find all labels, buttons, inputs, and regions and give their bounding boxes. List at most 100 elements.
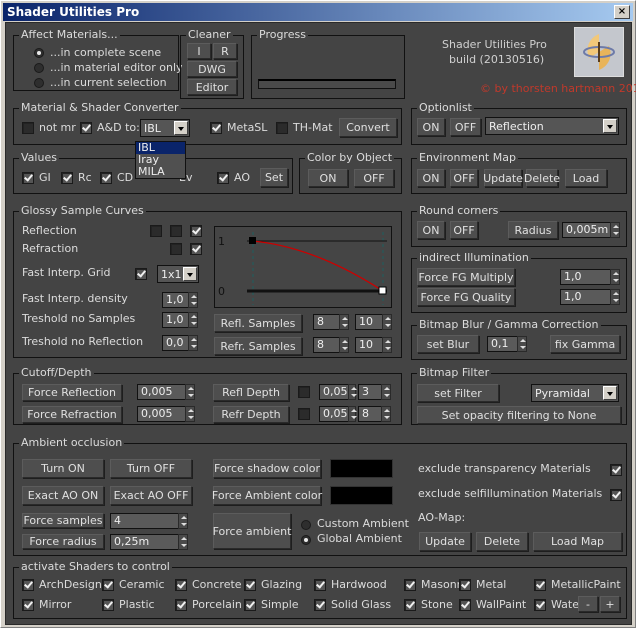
fg-multiply-button[interactable]: Force FG Multiply — [417, 268, 515, 286]
spinner-arrows-icon[interactable] — [347, 406, 357, 422]
close-icon[interactable]: × — [614, 5, 630, 19]
force-ambient-color-button[interactable]: Force Ambient color — [212, 486, 322, 505]
shader-checkbox-hardwood[interactable] — [314, 578, 326, 591]
values-set-button[interactable]: Set — [260, 168, 288, 187]
exact-ao-on-button[interactable]: Exact AO ON — [22, 486, 104, 505]
env-off-button[interactable]: OFF — [450, 169, 478, 187]
fg-quality-button[interactable]: Force FG Quality — [417, 288, 515, 306]
spinner-arrows-icon[interactable] — [381, 384, 391, 400]
curve-graph[interactable]: 1 0 — [214, 226, 392, 308]
shader-item[interactable]: MetallicPaint — [534, 578, 621, 591]
spinner-arrows-icon[interactable] — [610, 289, 620, 305]
spinner-value[interactable]: 0,25m — [110, 534, 178, 550]
global-ambient-radio[interactable] — [301, 535, 311, 545]
cd-checkbox[interactable] — [100, 171, 112, 184]
shader-item[interactable]: Simple — [244, 598, 299, 611]
shader-checkbox-porcelain[interactable] — [175, 598, 187, 611]
refl-depth-spinner[interactable]: 3 — [358, 384, 391, 400]
spinner-value[interactable]: 4 — [110, 513, 178, 529]
refl-check-2[interactable] — [170, 225, 182, 237]
thresh-refl-spinner[interactable]: 0,0 — [162, 335, 198, 351]
shader-item[interactable]: Glazing — [244, 578, 302, 591]
shader-checkbox-solid-glass[interactable] — [314, 598, 326, 611]
spinner-value[interactable]: 10 — [355, 314, 382, 330]
spinner-arrows-icon[interactable] — [188, 312, 198, 328]
round-on-button[interactable]: ON — [417, 221, 445, 239]
force-reflection-button[interactable]: Force Reflection — [22, 384, 122, 401]
ad-to-checkbox[interactable] — [80, 121, 92, 134]
rc-checkbox[interactable] — [61, 171, 73, 184]
radius-button[interactable]: Radius — [508, 221, 558, 239]
ao-load-map-button[interactable]: Load Map — [533, 532, 622, 551]
spinner-value[interactable]: 1,0 — [560, 289, 610, 305]
spinner-arrows-icon[interactable] — [347, 384, 357, 400]
shader-checkbox-stone[interactable] — [404, 598, 416, 611]
spinner-arrows-icon[interactable] — [381, 406, 391, 422]
shader-checkbox-wallpaint[interactable] — [459, 598, 471, 611]
fg-multiply-spinner[interactable]: 1,0 — [560, 269, 620, 285]
radius-spinner[interactable]: 0,005m — [562, 222, 620, 238]
force-shadow-color-button[interactable]: Force shadow color — [213, 459, 321, 478]
ad-target-dropdown[interactable]: IBL — [140, 119, 190, 137]
spinner-value[interactable]: 1,0 — [560, 269, 610, 285]
refl-max-spinner[interactable]: 10 — [355, 314, 392, 330]
shaders-plus-button[interactable]: + — [600, 596, 620, 612]
refr-depth-cut-spinner[interactable]: 0,05 — [319, 406, 357, 422]
spinner-value[interactable]: 0,005 — [137, 384, 185, 400]
refr-depth-spinner[interactable]: 8 — [358, 406, 391, 422]
gi-checkbox[interactable] — [22, 171, 34, 184]
spinner-value[interactable]: 0,05 — [319, 384, 348, 400]
spinner-value[interactable]: 0,1 — [487, 336, 517, 352]
shader-item[interactable]: Mirror — [22, 598, 71, 611]
exclude-selfillum-checkbox[interactable] — [610, 489, 622, 501]
spinner-arrows-icon[interactable] — [185, 384, 195, 400]
th-mat-checkbox[interactable] — [276, 121, 288, 134]
env-update-button[interactable]: Update — [483, 169, 523, 187]
shader-item[interactable]: WallPaint — [459, 598, 526, 611]
refl-depth-cut-spinner[interactable]: 0,05 — [319, 384, 357, 400]
exclude-transparency-checkbox[interactable] — [610, 464, 622, 476]
chevron-down-icon[interactable] — [174, 121, 188, 135]
shader-item[interactable]: Stone — [404, 598, 453, 611]
ao-samples-spinner[interactable]: 4 — [110, 513, 188, 529]
color-by-object-off-button[interactable]: OFF — [354, 169, 394, 187]
grid-size-dropdown[interactable]: 1x1 — [157, 265, 199, 283]
spinner-value[interactable]: 0,005 — [137, 406, 185, 422]
spinner-arrows-icon[interactable] — [517, 336, 527, 352]
fast-grid-checkbox[interactable] — [135, 268, 147, 280]
env-delete-button[interactable]: Delete — [524, 169, 560, 187]
color-by-object-on-button[interactable]: ON — [308, 169, 348, 187]
cleaner-editor-button[interactable]: Editor — [187, 79, 237, 95]
force-refl-spinner[interactable]: 0,005 — [137, 384, 195, 400]
refl-check-1[interactable] — [150, 225, 162, 237]
cleaner-i-button[interactable]: I — [187, 43, 211, 59]
env-on-button[interactable]: ON — [417, 169, 445, 187]
shader-checkbox-ceramic[interactable] — [102, 578, 114, 591]
shadow-color-swatch[interactable] — [330, 459, 393, 478]
spinner-value[interactable]: 1,0 — [162, 312, 188, 328]
shader-checkbox-metal[interactable] — [459, 578, 471, 591]
blur-spinner[interactable]: 0,1 — [487, 336, 527, 352]
ao-turn-off-button[interactable]: Turn OFF — [110, 459, 192, 478]
chevron-down-icon[interactable] — [603, 119, 617, 133]
fast-density-spinner[interactable]: 1,0 — [162, 292, 198, 308]
refl-check-3[interactable] — [190, 225, 202, 237]
shader-checkbox-archdesign[interactable] — [22, 578, 34, 591]
shader-item[interactable]: ArchDesign — [22, 578, 102, 591]
refl-depth-button[interactable]: Refl Depth — [213, 384, 289, 401]
radio-current-selection[interactable] — [34, 78, 44, 88]
shader-checkbox-masonry[interactable] — [404, 578, 416, 591]
fix-gamma-button[interactable]: fix Gamma — [550, 335, 620, 353]
ambient-color-swatch[interactable] — [330, 486, 393, 505]
ao-update-button[interactable]: Update — [419, 532, 471, 551]
refr-max-spinner[interactable]: 10 — [355, 337, 392, 353]
thresh-samples-spinner[interactable]: 1,0 — [162, 312, 198, 328]
spinner-arrows-icon[interactable] — [382, 337, 392, 353]
set-filter-button[interactable]: set Filter — [417, 384, 499, 402]
ao-checkbox[interactable] — [217, 171, 229, 184]
ao-delete-button[interactable]: Delete — [476, 532, 528, 551]
force-ambient-button[interactable]: Force ambient — [213, 513, 291, 549]
cleaner-r-button[interactable]: R — [213, 43, 237, 59]
refr-min-spinner[interactable]: 8 — [313, 337, 349, 353]
chevron-down-icon[interactable] — [183, 267, 197, 281]
